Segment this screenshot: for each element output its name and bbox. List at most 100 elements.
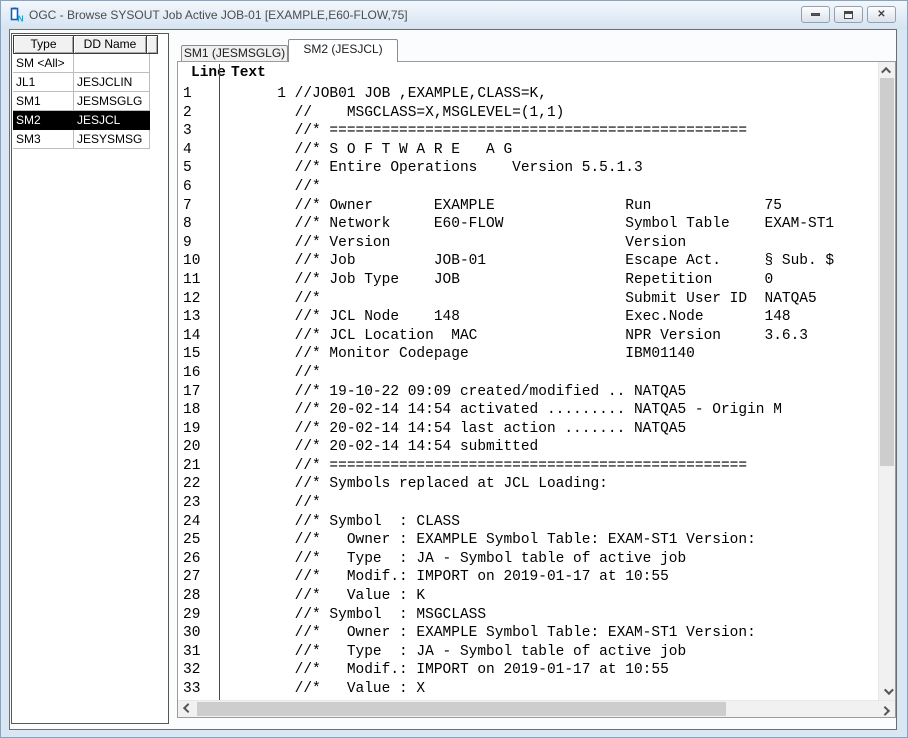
text-column-header: Text — [231, 65, 266, 81]
line-text: //* 20-02-14 14:54 submitted — [219, 438, 538, 457]
line-text: 1 //JOB01 JOB ,EXAMPLE,CLASS=K, — [219, 85, 547, 104]
line-text: //* Monitor Codepage IBM01140 — [219, 345, 695, 364]
line-text: //* Job Type JOB Repetition 0 — [219, 271, 773, 290]
line-number: 32 — [178, 661, 219, 680]
jcl-line: 27 //* Modif.: IMPORT on 2019-01-17 at 1… — [178, 568, 878, 587]
jcl-line: 19 //* 20-02-14 14:54 last action ......… — [178, 420, 878, 439]
scroll-left-button[interactable] — [178, 701, 195, 717]
line-text: //* Symbol : CLASS — [219, 513, 460, 532]
jcl-line: 6 //* — [178, 178, 878, 197]
jcl-line: 11 //* Job Type JOB Repetition 0 — [178, 271, 878, 290]
line-number: 19 — [178, 420, 219, 439]
line-number: 30 — [178, 624, 219, 643]
minimize-button[interactable] — [801, 6, 830, 23]
line-text: //* Symbol : MSGCLASS — [219, 606, 486, 625]
chevron-down-icon — [883, 685, 893, 695]
scroll-up-button[interactable] — [879, 62, 895, 79]
table-row-sm3[interactable]: SM3JESYSMSG — [13, 130, 150, 149]
horizontal-scrollbar-thumb[interactable] — [197, 702, 726, 716]
line-text: //* S O F T W A R E A G — [219, 141, 512, 160]
table-row-jl1[interactable]: JL1JESJCLIN — [13, 73, 150, 92]
svg-text:N: N — [18, 14, 24, 24]
jcl-line: 28 //* Value : K — [178, 587, 878, 606]
line-number: 21 — [178, 457, 219, 476]
tab-sm2-jesjcl[interactable]: SM2 (JESJCL) — [288, 39, 398, 62]
window-title: OGC - Browse SYSOUT Job Active JOB-01 [E… — [29, 8, 408, 22]
line-number: 4 — [178, 141, 219, 160]
cell-ddname: JESMSGLG — [74, 92, 150, 111]
line-number: 1 — [178, 85, 219, 104]
line-text: //* JCL Location MAC NPR Version 3.6.3 — [219, 327, 808, 346]
table-row-sm-all[interactable]: SM <All> — [13, 54, 150, 73]
line-text: //* — [219, 494, 321, 513]
line-number: 11 — [178, 271, 219, 290]
tab-sm1-jesmsglg[interactable]: SM1 (JESMSGLG) — [181, 45, 288, 61]
table-row-sm2[interactable]: SM2JESJCL — [13, 111, 150, 130]
line-number: 12 — [178, 290, 219, 309]
line-text: //* Job JOB-01 Escape Act. § Sub. $ — [219, 252, 834, 271]
line-text: //* Owner EXAMPLE Run 75 — [219, 197, 782, 216]
jcl-line: 8 //* Network E60-FLOW Symbol Table EXAM… — [178, 215, 878, 234]
column-separator — [219, 64, 220, 700]
jcl-line: 14 //* JCL Location MAC NPR Version 3.6.… — [178, 327, 878, 346]
jcl-line: 30 //* Owner : EXAMPLE Symbol Table: EXA… — [178, 624, 878, 643]
line-text: //* ====================================… — [219, 122, 747, 141]
jcl-line: 17 //* 19-10-22 09:09 created/modified .… — [178, 383, 878, 402]
line-number: 17 — [178, 383, 219, 402]
app-window: N OGC - Browse SYSOUT Job Active JOB-01 … — [0, 0, 908, 738]
sysout-table-header: Type DD Name — [13, 35, 158, 54]
cell-ddname: JESJCL — [74, 111, 150, 130]
cell-type: SM2 — [13, 111, 74, 130]
jcl-line: 2 // MSGCLASS=X,MSGLEVEL=(1,1) — [178, 104, 878, 123]
jcl-line: 5 //* Entire Operations Version 5.5.1.3 — [178, 159, 878, 178]
chevron-up-icon — [881, 67, 891, 77]
line-text: //* JCL Node 148 Exec.Node 148 — [219, 308, 791, 327]
line-text: //* Value : K — [219, 587, 425, 606]
cell-ddname: JESYSMSG — [74, 130, 150, 149]
table-row-sm1[interactable]: SM1JESMSGLG — [13, 92, 150, 111]
window-controls: ✕ — [801, 6, 896, 23]
jcl-text-area[interactable]: Line Text 1 1 //JOB01 JOB ,EXAMPLE,CLASS… — [178, 62, 878, 700]
jcl-line: 4 //* S O F T W A R E A G — [178, 141, 878, 160]
jcl-line: 33 //* Value : X — [178, 680, 878, 699]
sysout-table-body: SM <All>JL1JESJCLINSM1JESMSGLGSM2JESJCLS… — [13, 54, 150, 149]
jcl-line: 7 //* Owner EXAMPLE Run 75 — [178, 197, 878, 216]
jcl-line: 20 //* 20-02-14 14:54 submitted — [178, 438, 878, 457]
jcl-line: 16 //* — [178, 364, 878, 383]
column-header-type[interactable]: Type — [13, 35, 74, 54]
cell-type: SM3 — [13, 130, 74, 149]
column-header-spare[interactable] — [146, 35, 158, 54]
restore-button[interactable] — [834, 6, 863, 23]
scroll-down-button[interactable] — [879, 683, 895, 700]
jcl-line: 9 //* Version Version — [178, 234, 878, 253]
jcl-line: 23 //* — [178, 494, 878, 513]
close-icon: ✕ — [877, 10, 885, 20]
jcl-line: 21 //* =================================… — [178, 457, 878, 476]
line-text: //* 20-02-14 14:54 activated ......... N… — [219, 401, 782, 420]
scroll-right-button[interactable] — [878, 701, 895, 717]
line-text: //* Type : JA - Symbol table of active j… — [219, 550, 686, 569]
column-header-ddname[interactable]: DD Name — [73, 35, 147, 54]
line-number: 7 — [178, 197, 219, 216]
line-number: 10 — [178, 252, 219, 271]
line-number: 33 — [178, 680, 219, 699]
vertical-scrollbar-thumb[interactable] — [880, 78, 894, 466]
line-number: 13 — [178, 308, 219, 327]
jcl-line: 10 //* Job JOB-01 Escape Act. § Sub. $ — [178, 252, 878, 271]
horizontal-scrollbar[interactable] — [178, 700, 895, 717]
sysout-list-panel: Type DD Name SM <All>JL1JESJCLINSM1JESMS… — [11, 33, 169, 724]
line-number: 15 — [178, 345, 219, 364]
close-button[interactable]: ✕ — [867, 6, 896, 23]
vertical-scrollbar[interactable] — [878, 62, 895, 700]
line-column-header: Line — [191, 65, 226, 81]
line-text: //* — [219, 178, 321, 197]
app-icon: N — [8, 7, 24, 23]
line-number: 31 — [178, 643, 219, 662]
jcl-line: 18 //* 20-02-14 14:54 activated ........… — [178, 401, 878, 420]
title-bar[interactable]: N OGC - Browse SYSOUT Job Active JOB-01 … — [1, 1, 907, 29]
line-text: //* Submit User ID NATQA5 — [219, 290, 817, 309]
line-number: 23 — [178, 494, 219, 513]
line-text: //* ====================================… — [219, 457, 747, 476]
jcl-line: 1 1 //JOB01 JOB ,EXAMPLE,CLASS=K, — [178, 85, 878, 104]
chevron-left-icon — [183, 703, 193, 713]
